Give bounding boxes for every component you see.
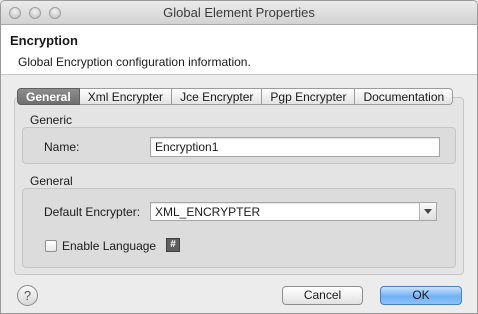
general-group: Default Encrypter: XML_ENCRYPTER Enable … (22, 188, 456, 268)
tab-bar: General Xml Encrypter Jce Encrypter Pgp … (17, 88, 454, 105)
hash-icon[interactable]: # (166, 238, 180, 252)
tab-pgp-encrypter[interactable]: Pgp Encrypter (262, 88, 356, 105)
window-title: Global Element Properties (163, 5, 315, 20)
enable-language-label[interactable]: Enable Language (62, 239, 156, 253)
generic-group-label: Generic (30, 113, 73, 127)
tab-general[interactable]: General (17, 88, 80, 105)
enable-language-checkbox[interactable] (45, 240, 57, 252)
tab-panel: Generic Name: Encryption1 General Defaul… (14, 97, 464, 275)
header-description: Global Encryption configuration informat… (18, 55, 251, 69)
title-bar: Global Element Properties (1, 1, 477, 25)
name-label: Name: (44, 140, 80, 154)
tab-jce-encrypter[interactable]: Jce Encrypter (172, 88, 263, 105)
cancel-button[interactable]: Cancel (282, 286, 363, 305)
help-icon[interactable]: ? (17, 285, 38, 306)
default-encrypter-value: XML_ENCRYPTER (155, 205, 261, 219)
dialog-header: Encryption Global Encryption configurati… (1, 25, 477, 75)
name-input[interactable]: Encryption1 (150, 137, 440, 157)
header-title: Encryption (10, 33, 78, 48)
generic-group: Name: Encryption1 (22, 127, 456, 164)
ok-button[interactable]: OK (380, 286, 462, 305)
default-encrypter-label: Default Encrypter: (44, 205, 141, 219)
chevron-down-icon[interactable] (419, 203, 436, 220)
general-group-label: General (30, 174, 73, 188)
tab-documentation[interactable]: Documentation (355, 88, 454, 105)
dialog-window: Global Element Properties Encryption Glo… (0, 0, 478, 314)
default-encrypter-select[interactable]: XML_ENCRYPTER (150, 202, 437, 221)
tab-xml-encrypter[interactable]: Xml Encrypter (79, 88, 173, 105)
